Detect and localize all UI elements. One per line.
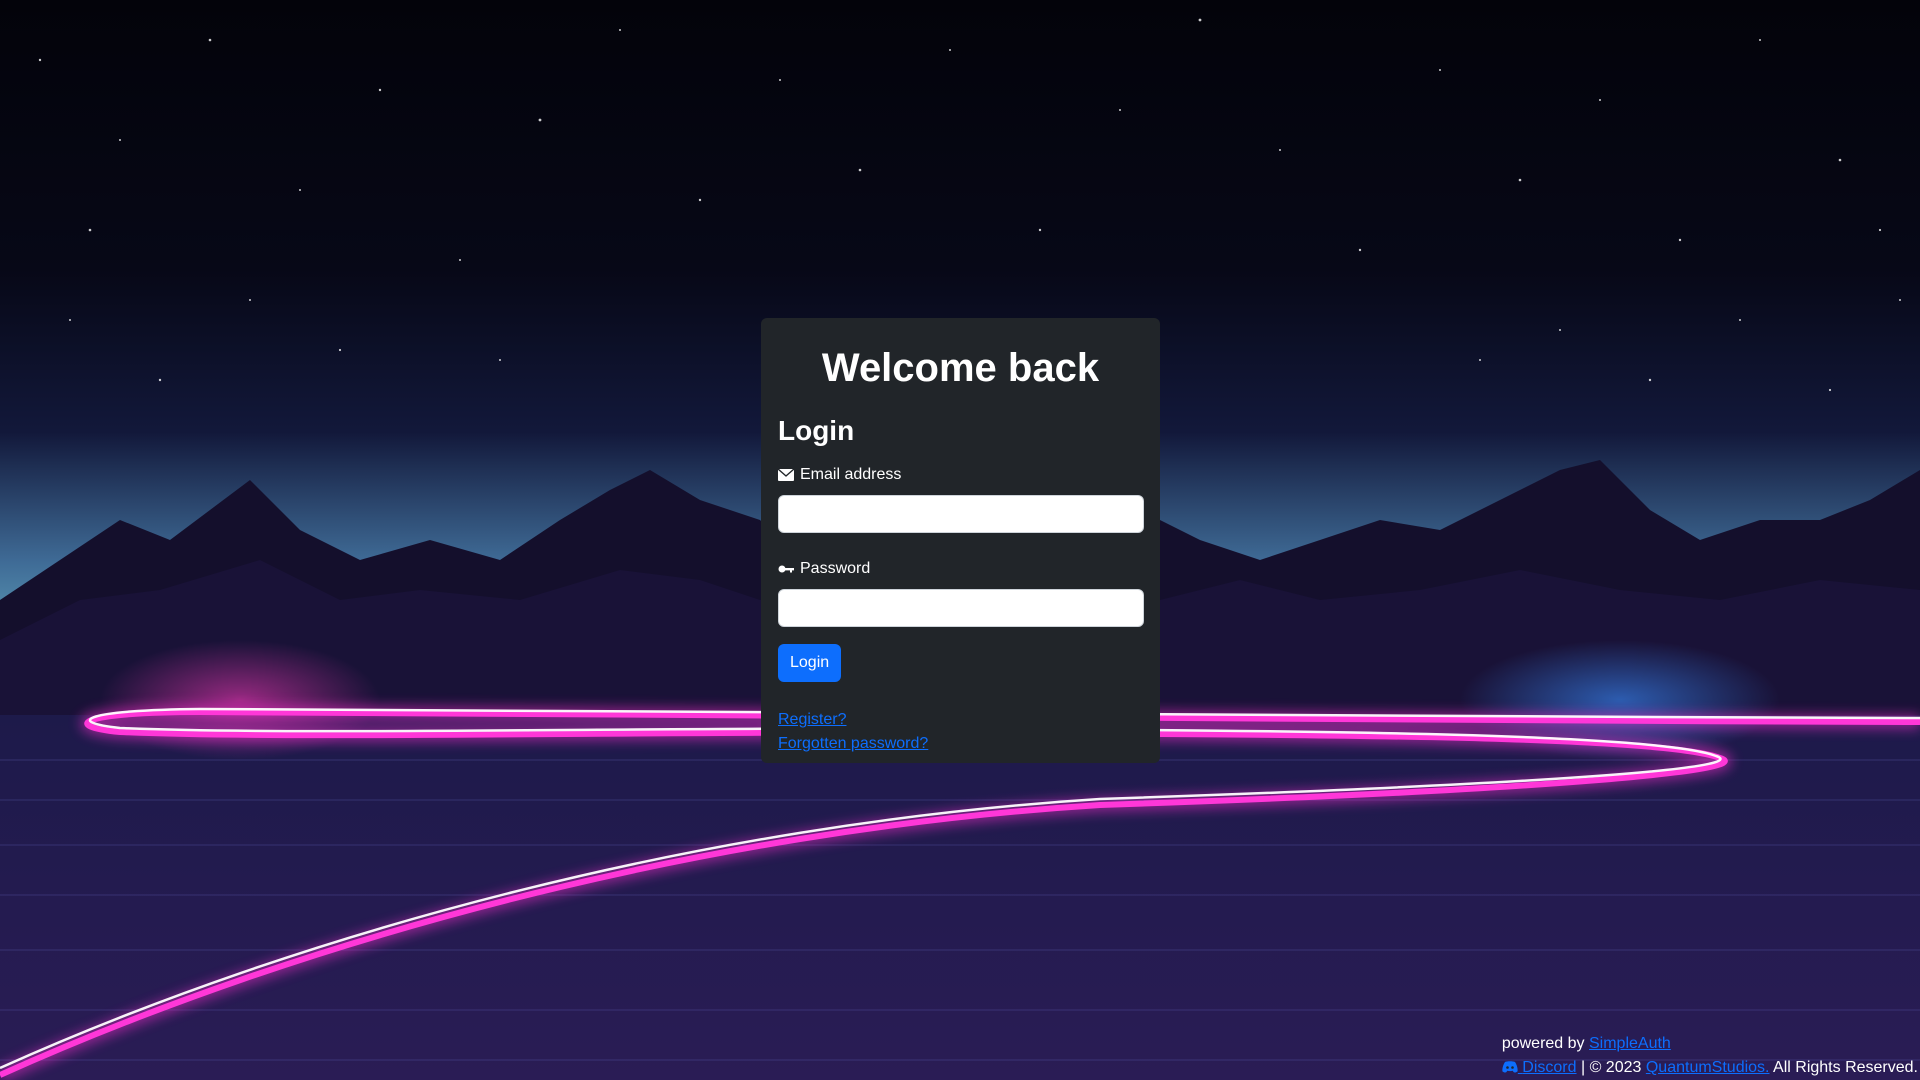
envelope-icon [778, 468, 794, 481]
discord-icon [1502, 1061, 1518, 1073]
copyright-line: Discord | © 2023 QuantumStudios. All Rig… [1502, 1056, 1918, 1080]
rights-text: All Rights Reserved. [1773, 1059, 1918, 1076]
login-form-title: Login [778, 415, 855, 446]
powered-by-line: powered by SimpleAuth [1502, 1032, 1918, 1056]
discord-link-text: Discord [1522, 1059, 1577, 1076]
welcome-heading: Welcome back [821, 346, 1100, 390]
register-link[interactable]: Register? [778, 708, 846, 732]
password-field[interactable] [778, 588, 1144, 627]
simpleauth-link[interactable]: SimpleAuth [1589, 1035, 1671, 1052]
password-label-text: Password [800, 559, 871, 577]
login-page: Welcome back Login Email address Passwor… [0, 0, 1920, 1080]
quantumstudios-link[interactable]: QuantumStudios. [1646, 1059, 1770, 1076]
copyright-text: | © 2023 [1580, 1059, 1642, 1076]
page-footer: powered by SimpleAuth Discord | © 2023 Q… [1502, 1032, 1918, 1080]
powered-by-text: powered by [1501, 1035, 1585, 1052]
email-label-text: Email address [800, 465, 902, 483]
login-button[interactable]: Login [778, 643, 842, 682]
auth-links: Register? Forgotten password? [778, 708, 1143, 756]
key-icon [778, 565, 794, 573]
forgot-password-link[interactable]: Forgotten password? [778, 732, 928, 756]
email-field[interactable] [778, 494, 1144, 533]
password-label: Password [778, 558, 1143, 580]
discord-link[interactable]: Discord [1502, 1059, 1577, 1076]
login-card: Welcome back Login Email address Passwor… [761, 318, 1160, 763]
email-label: Email address [778, 464, 1143, 486]
